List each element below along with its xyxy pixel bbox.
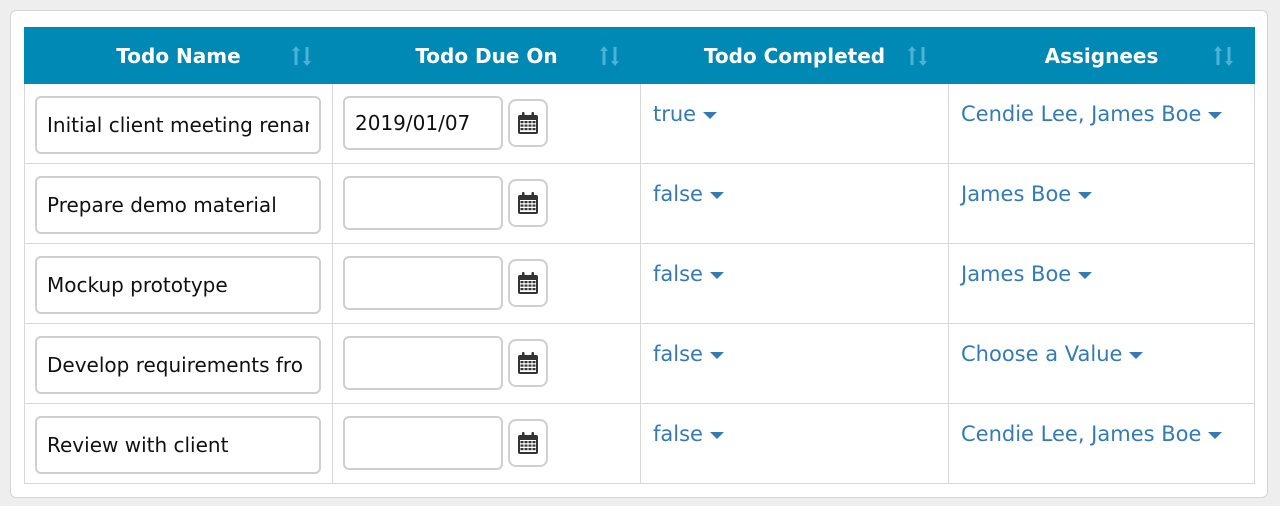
- completed-dropdown[interactable]: false: [653, 182, 724, 206]
- caret-down-icon: [1129, 351, 1144, 359]
- table-row: false James Boe: [24, 163, 1255, 244]
- todo-name-input[interactable]: [35, 96, 321, 154]
- calendar-button[interactable]: [508, 99, 548, 147]
- assignees-dropdown[interactable]: Choose a Value: [961, 342, 1144, 366]
- sort-icon[interactable]: [290, 44, 316, 68]
- todo-completed-cell: false: [640, 323, 949, 404]
- assignees-value: James Boe: [961, 262, 1072, 286]
- column-header-label: Todo Completed: [703, 43, 886, 68]
- todo-name-cell: [24, 83, 333, 164]
- todo-due-input[interactable]: [343, 256, 503, 310]
- calendar-button[interactable]: [508, 179, 548, 227]
- column-header-label: Todo Name: [116, 43, 241, 68]
- completed-value: false: [653, 422, 703, 446]
- completed-dropdown[interactable]: true: [653, 102, 718, 126]
- sort-icon[interactable]: [906, 44, 932, 68]
- caret-down-icon: [709, 191, 724, 199]
- caret-down-icon: [1078, 271, 1093, 279]
- todo-name-input[interactable]: [35, 336, 321, 394]
- calendar-button[interactable]: [508, 259, 548, 307]
- completed-value: false: [653, 182, 703, 206]
- assignees-cell: Cendie Lee, James Boe: [948, 83, 1255, 164]
- caret-down-icon: [709, 271, 724, 279]
- assignees-value: James Boe: [961, 182, 1072, 206]
- column-header-todo-name[interactable]: Todo Name: [24, 27, 333, 84]
- todo-table: Todo Name Todo Due On Todo Completed Ass…: [24, 27, 1255, 484]
- completed-dropdown[interactable]: false: [653, 422, 724, 446]
- column-header-assignees[interactable]: Assignees: [948, 27, 1255, 84]
- todo-completed-cell: true: [640, 83, 949, 164]
- caret-down-icon: [1078, 191, 1093, 199]
- completed-value: false: [653, 342, 703, 366]
- todo-due-cell: [332, 83, 641, 164]
- caret-down-icon: [1208, 111, 1223, 119]
- table-row: false James Boe: [24, 243, 1255, 324]
- todo-due-input[interactable]: [343, 96, 503, 150]
- column-header-todo-due-on[interactable]: Todo Due On: [332, 27, 641, 84]
- assignees-value: Cendie Lee, James Boe: [961, 422, 1202, 446]
- todo-due-input[interactable]: [343, 336, 503, 390]
- calendar-icon: [518, 192, 538, 214]
- table-row: false Choose a Value: [24, 323, 1255, 404]
- table-header: Todo Name Todo Due On Todo Completed Ass…: [24, 27, 1255, 84]
- calendar-icon: [518, 112, 538, 134]
- assignees-cell: James Boe: [948, 243, 1255, 324]
- todo-completed-cell: false: [640, 403, 949, 484]
- todo-name-input[interactable]: [35, 176, 321, 234]
- column-header-todo-completed[interactable]: Todo Completed: [640, 27, 949, 84]
- table-row: false Cendie Lee, James Boe: [24, 403, 1255, 484]
- caret-down-icon: [703, 111, 718, 119]
- completed-value: true: [653, 102, 697, 126]
- todo-due-cell: [332, 403, 641, 484]
- sort-icon[interactable]: [1212, 44, 1238, 68]
- table-body: true Cendie Lee, James Boe: [24, 83, 1255, 484]
- todo-grid-panel: Todo Name Todo Due On Todo Completed Ass…: [10, 10, 1268, 498]
- completed-dropdown[interactable]: false: [653, 262, 724, 286]
- todo-completed-cell: false: [640, 243, 949, 324]
- caret-down-icon: [709, 351, 724, 359]
- caret-down-icon: [709, 431, 724, 439]
- table-row: true Cendie Lee, James Boe: [24, 83, 1255, 164]
- column-header-label: Assignees: [1044, 43, 1159, 68]
- assignees-dropdown[interactable]: James Boe: [961, 262, 1093, 286]
- todo-name-cell: [24, 403, 333, 484]
- assignees-cell: James Boe: [948, 163, 1255, 244]
- calendar-button[interactable]: [508, 419, 548, 467]
- completed-value: false: [653, 262, 703, 286]
- assignees-cell: Choose a Value: [948, 323, 1255, 404]
- column-header-label: Todo Due On: [415, 43, 558, 68]
- assignees-value: Choose a Value: [961, 342, 1123, 366]
- calendar-icon: [518, 272, 538, 294]
- todo-due-cell: [332, 163, 641, 244]
- sort-icon[interactable]: [598, 44, 624, 68]
- assignees-dropdown[interactable]: Cendie Lee, James Boe: [961, 102, 1223, 126]
- calendar-icon: [518, 432, 538, 454]
- todo-name-input[interactable]: [35, 416, 321, 474]
- todo-name-cell: [24, 163, 333, 244]
- assignees-dropdown[interactable]: Cendie Lee, James Boe: [961, 422, 1223, 446]
- assignees-dropdown[interactable]: James Boe: [961, 182, 1093, 206]
- assignees-cell: Cendie Lee, James Boe: [948, 403, 1255, 484]
- calendar-button[interactable]: [508, 339, 548, 387]
- todo-due-input[interactable]: [343, 176, 503, 230]
- caret-down-icon: [1208, 431, 1223, 439]
- calendar-icon: [518, 352, 538, 374]
- assignees-value: Cendie Lee, James Boe: [961, 102, 1202, 126]
- todo-completed-cell: false: [640, 163, 949, 244]
- completed-dropdown[interactable]: false: [653, 342, 724, 366]
- todo-due-cell: [332, 323, 641, 404]
- todo-due-input[interactable]: [343, 416, 503, 470]
- todo-due-cell: [332, 243, 641, 324]
- todo-name-cell: [24, 243, 333, 324]
- todo-name-cell: [24, 323, 333, 404]
- todo-name-input[interactable]: [35, 256, 321, 314]
